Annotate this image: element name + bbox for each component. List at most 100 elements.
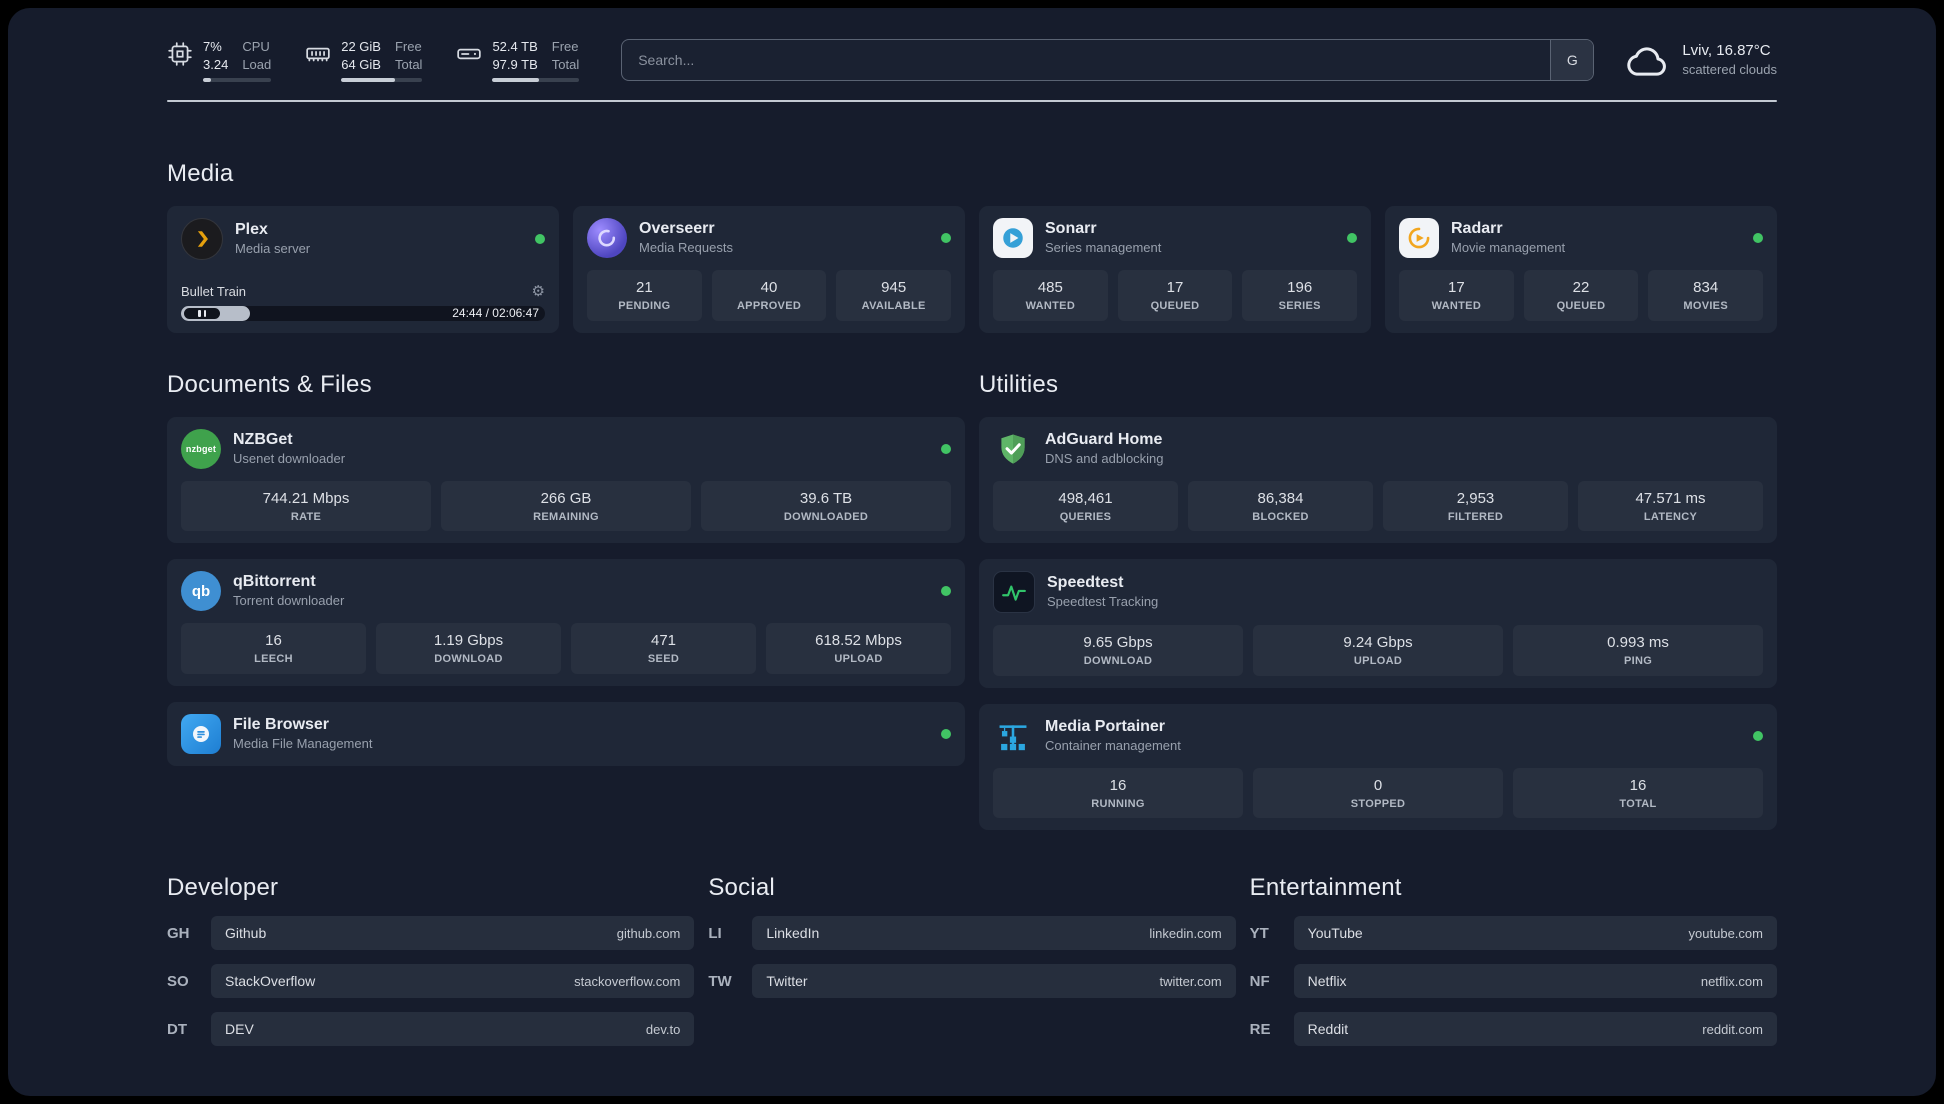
link-abbr: YT	[1249, 924, 1269, 942]
adguard-link[interactable]: AdGuard Home DNS and adblocking	[993, 429, 1763, 469]
link-name: Reddit	[1307, 1021, 1349, 1038]
stat-value: 744.21 Mbps	[262, 489, 350, 507]
service-name: Media Portainer	[1045, 717, 1166, 735]
links-entertainment: Entertainment YT YouTube youtube.com NF …	[1249, 874, 1777, 1047]
link-name: YouTube	[1307, 925, 1363, 942]
service-subtitle: Container management	[1045, 737, 1181, 753]
link-reddit[interactable]: Reddit reddit.com	[1293, 1012, 1777, 1047]
nzbget-link[interactable]: nzbget NZBGet Usenet downloader	[181, 428, 951, 469]
link-netflix[interactable]: Netflix netflix.com	[1293, 964, 1777, 999]
link-youtube[interactable]: YouTube youtube.com	[1293, 916, 1777, 951]
link-url: stackoverflow.com	[574, 973, 681, 989]
stat-value: 47.571 ms	[1635, 489, 1706, 507]
card-nzbget: nzbget NZBGet Usenet downloader 744.21 M…	[167, 416, 965, 544]
radarr-link[interactable]: Radarr Movie management	[1399, 218, 1763, 259]
plex-link[interactable]: Plex Media server	[181, 218, 545, 261]
status-dot	[1753, 730, 1763, 741]
search-bar: G	[621, 39, 1595, 82]
stat-label: QUEUED	[1150, 300, 1200, 313]
stat-label: WANTED	[1431, 300, 1482, 313]
overseerr-link[interactable]: Overseerr Media Requests	[587, 218, 951, 259]
memory-free-value: 22 GiB	[341, 39, 381, 54]
link-url: linkedin.com	[1149, 925, 1222, 941]
link-abbr: NF	[1249, 972, 1270, 990]
stat-tile: 498,461 QUERIES	[993, 480, 1178, 532]
qbittorrent-link[interactable]: qb qBittorrent Torrent downloader	[181, 571, 951, 612]
service-subtitle: Movie management	[1451, 240, 1566, 256]
link-github[interactable]: Github github.com	[211, 916, 695, 951]
stat-tile: 945 AVAILABLE	[836, 270, 952, 321]
card-plex: Plex Media server Bullet Train ⚙ 24:44 /…	[167, 206, 559, 333]
disk-icon	[456, 41, 482, 67]
link-abbr: TW	[708, 972, 732, 990]
stat-tile: 16 RUNNING	[993, 767, 1243, 819]
link-abbr: DT	[167, 1020, 187, 1038]
cpu-progress-bar	[203, 78, 272, 83]
link-abbr: RE	[1249, 1020, 1271, 1038]
memory-progress-bar	[341, 78, 423, 83]
stat-tile: 0.993 ms PING	[1513, 625, 1763, 676]
stat-value: 945	[881, 279, 907, 297]
link-name: DEV	[225, 1021, 254, 1038]
service-name: Overseerr	[639, 220, 715, 238]
link-name: LinkedIn	[766, 925, 820, 942]
card-filebrowser: File Browser Media File Management	[167, 701, 965, 766]
stat-tile: 47.571 ms LATENCY	[1578, 480, 1763, 532]
disk-free-value: 52.4 TB	[492, 39, 538, 54]
pause-button[interactable]	[184, 307, 220, 319]
status-dot	[941, 443, 951, 454]
link-dev[interactable]: DEV dev.to	[211, 1012, 695, 1047]
weather-location: Lviv, 16.87°C	[1682, 42, 1771, 60]
memory-total-label: Total	[394, 56, 423, 72]
stat-tile: 618.52 Mbps UPLOAD	[766, 623, 951, 674]
stat-label: DOWNLOAD	[434, 653, 503, 666]
link-url: youtube.com	[1688, 925, 1763, 941]
links-developer: Developer GH Github github.com SO StackO…	[167, 874, 695, 1047]
card-overseerr: Overseerr Media Requests 21 PENDING 40 A…	[573, 206, 965, 333]
link-name: Twitter	[766, 973, 808, 990]
cpu-widget: 7% 3.24 CPU Load	[167, 38, 272, 83]
stat-tile: 1.19 Gbps DOWNLOAD	[376, 623, 561, 674]
stat-value: 196	[1287, 279, 1313, 297]
plex-now-playing: Bullet Train ⚙ 24:44 / 02:06:47	[181, 284, 545, 321]
memory-icon	[305, 41, 331, 67]
status-dot	[941, 728, 951, 739]
gear-icon[interactable]: ⚙	[532, 284, 545, 299]
stat-label: SERIES	[1278, 300, 1321, 313]
service-subtitle: Media File Management	[233, 735, 373, 751]
search-input[interactable]	[621, 39, 1595, 82]
stat-tile: 21 PENDING	[587, 270, 702, 321]
stat-label: DOWNLOAD	[1083, 655, 1153, 668]
stat-value: 16	[1629, 776, 1647, 794]
search-provider-button[interactable]: G	[1550, 40, 1594, 81]
memory-total-value: 64 GiB	[341, 56, 381, 72]
card-portainer: Media Portainer Container management 16 …	[979, 703, 1777, 831]
cpu-label: CPU	[242, 39, 270, 54]
stat-tile: 0 STOPPED	[1253, 767, 1503, 819]
stat-value: 9.65 Gbps	[1083, 634, 1153, 652]
service-subtitle: Usenet downloader	[233, 450, 346, 466]
memory-widget: 22 GiB 64 GiB Free Total	[305, 38, 423, 83]
radarr-icon	[1399, 218, 1439, 259]
status-dot	[1753, 233, 1763, 244]
link-linkedin[interactable]: LinkedIn linkedin.com	[752, 916, 1236, 951]
stat-label: BLOCKED	[1252, 510, 1309, 523]
stat-tile: 40 APPROVED	[711, 270, 827, 321]
speedtest-link[interactable]: Speedtest Speedtest Tracking	[993, 571, 1763, 614]
stat-label: REMAINING	[533, 510, 599, 523]
sonarr-link[interactable]: Sonarr Series management	[993, 218, 1357, 259]
stat-value: 16	[1109, 776, 1127, 794]
playback-progress-bar[interactable]: 24:44 / 02:06:47	[181, 305, 545, 321]
disk-progress-bar	[492, 78, 580, 83]
filebrowser-link[interactable]: File Browser Media File Management	[181, 713, 951, 754]
playback-time: 24:44 / 02:06:47	[452, 306, 539, 321]
disk-widget: 52.4 TB 97.9 TB Free Total	[456, 38, 580, 83]
status-dot	[535, 234, 545, 245]
link-abbr: SO	[167, 972, 189, 990]
stat-label: RUNNING	[1091, 797, 1145, 810]
link-stackoverflow[interactable]: StackOverflow stackoverflow.com	[211, 964, 695, 999]
stat-value: 21	[635, 279, 653, 297]
status-dot	[1347, 233, 1357, 244]
portainer-link[interactable]: Media Portainer Container management	[993, 716, 1763, 756]
link-twitter[interactable]: Twitter twitter.com	[752, 964, 1236, 999]
